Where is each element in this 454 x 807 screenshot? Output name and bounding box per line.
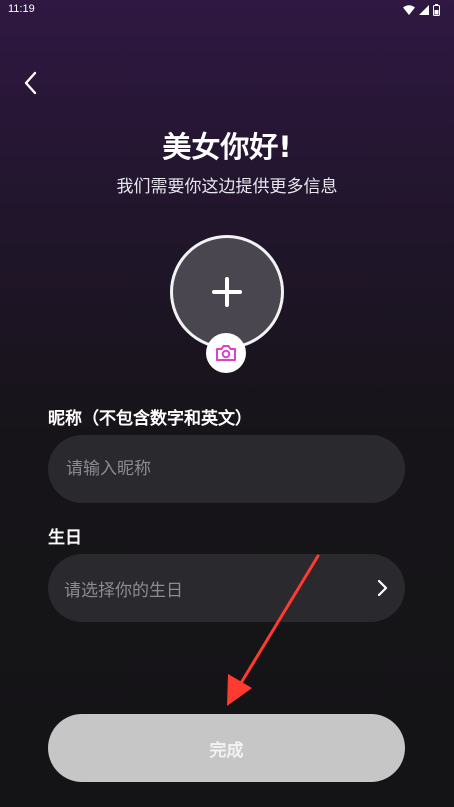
plus-icon [212, 277, 242, 307]
camera-icon [216, 345, 236, 361]
chevron-right-icon [377, 579, 388, 597]
birthday-placeholder: 请选择你的生日 [64, 580, 183, 601]
nickname-label: 昵称（不包含数字和英文） [48, 409, 252, 429]
status-time: 11:19 [8, 3, 35, 15]
page-subtitle: 我们需要你这边提供更多信息 [116, 177, 338, 197]
camera-badge-button[interactable] [206, 333, 246, 373]
status-icons [403, 3, 440, 17]
battery-icon [433, 4, 440, 16]
signal-icon [419, 5, 429, 15]
nickname-input[interactable] [64, 458, 389, 480]
chevron-left-icon [24, 71, 37, 95]
birthday-label: 生日 [48, 528, 82, 548]
wifi-icon [403, 5, 415, 15]
birthday-selector[interactable]: 请选择你的生日 [48, 554, 405, 622]
back-button[interactable] [14, 66, 46, 100]
page-title: 美女你好! [162, 130, 292, 164]
avatar-upload-button[interactable] [170, 235, 284, 349]
done-button[interactable]: 完成 [48, 714, 405, 782]
status-bar: 11:19 [0, 0, 454, 20]
nickname-field[interactable] [48, 435, 405, 503]
